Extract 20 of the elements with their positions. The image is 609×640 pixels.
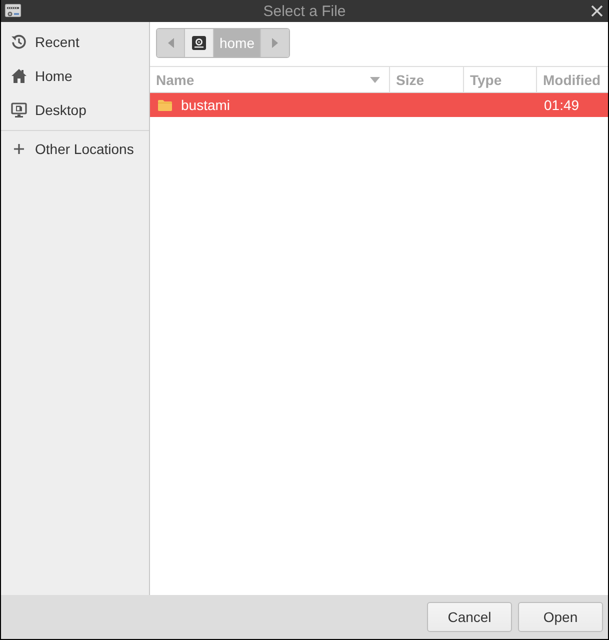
close-button[interactable] — [590, 4, 604, 18]
left-arrow-icon — [168, 38, 174, 48]
app-icon — [5, 3, 21, 19]
house-icon — [11, 68, 27, 84]
sidebar-item[interactable]: Desktop — [1, 93, 149, 127]
root-path-button[interactable] — [185, 29, 214, 57]
monitor-icon — [11, 102, 27, 118]
close-icon — [591, 5, 603, 17]
cancel-button[interactable]: Cancel — [427, 602, 512, 632]
file-name: bustami — [181, 97, 230, 113]
sidebar-item[interactable]: Recent — [1, 25, 149, 59]
right-arrow-icon — [272, 38, 278, 48]
plus-icon — [13, 143, 25, 155]
sidebar-item[interactable]: Other Locations — [1, 132, 149, 166]
history-icon — [11, 34, 27, 50]
open-button[interactable]: Open — [518, 602, 603, 632]
modified-time: 01:49 — [544, 97, 580, 113]
folder-icon — [158, 100, 172, 110]
window-title: Select a File — [263, 2, 346, 20]
sidebar-item[interactable]: Home — [1, 59, 149, 93]
